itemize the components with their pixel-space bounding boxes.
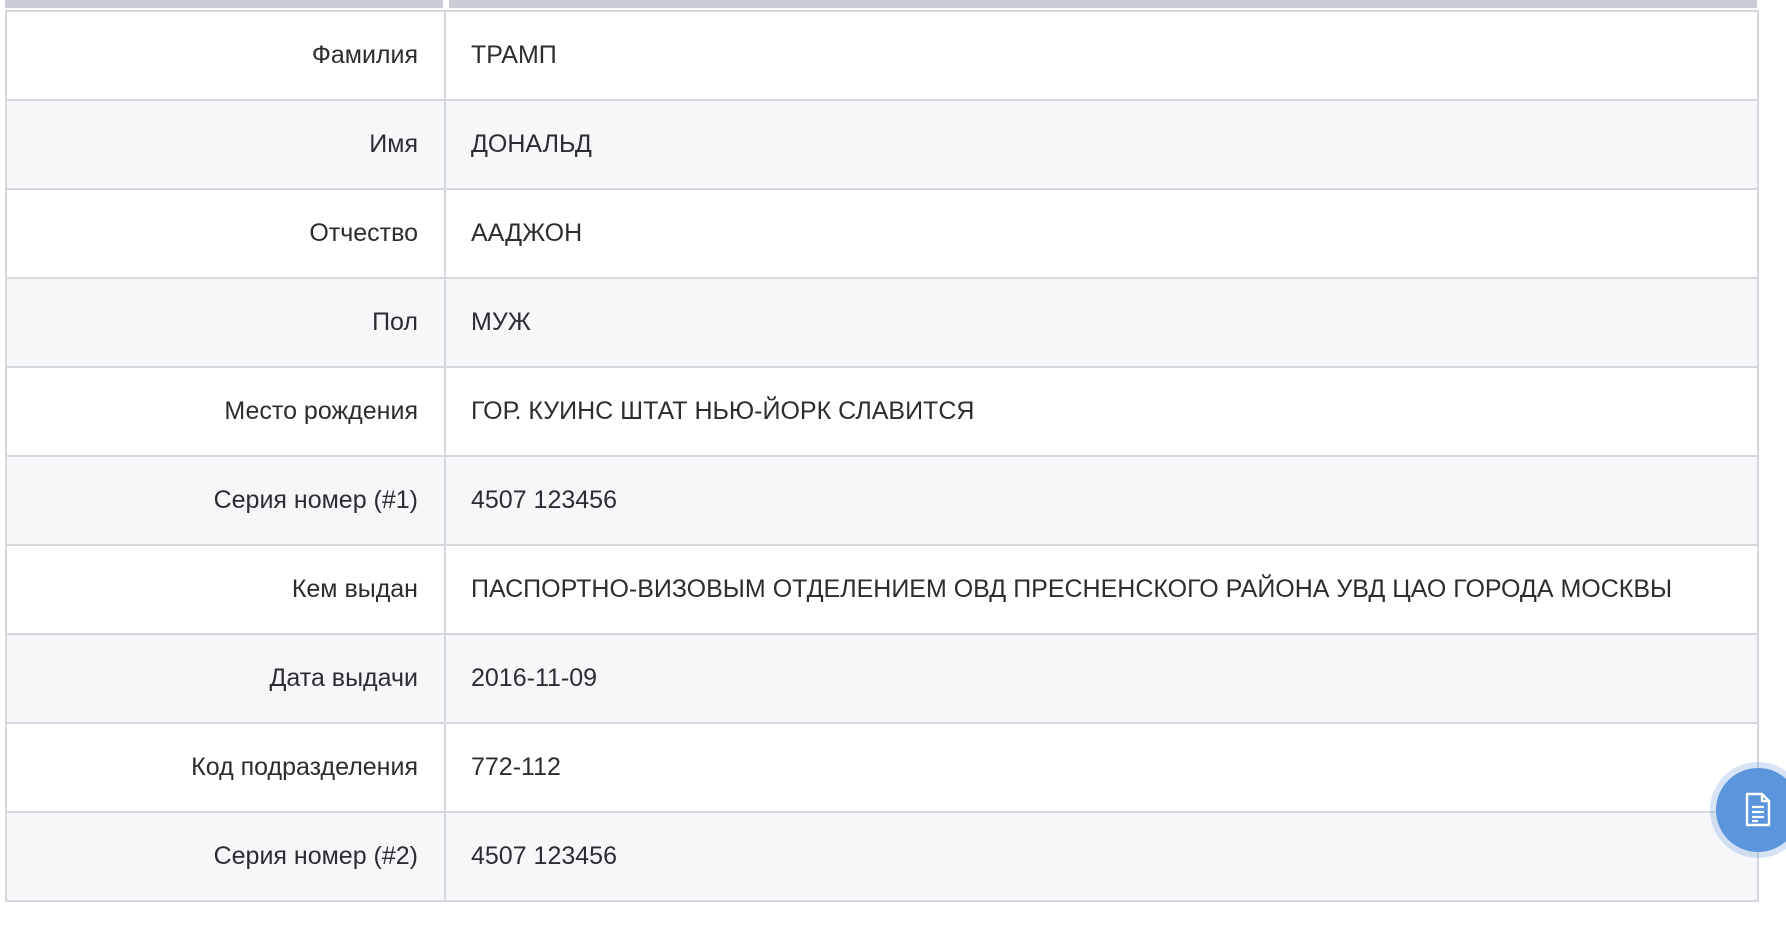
- row-label-first-name: Имя: [5, 99, 446, 190]
- table-row: Серия номер (#1) 4507 123456: [5, 455, 1759, 546]
- row-label-issue-date: Дата выдачи: [5, 633, 446, 724]
- row-value-surname: ТРАМП: [444, 10, 1759, 101]
- row-value-issued-by: ПАСПОРТНО-ВИЗОВЫМ ОТДЕЛЕНИЕМ ОВД ПРЕСНЕН…: [444, 544, 1759, 635]
- row-value-issue-date: 2016-11-09: [444, 633, 1759, 724]
- row-value-gender: МУЖ: [444, 277, 1759, 368]
- row-value-birthplace: ГОР. КУИНС ШТАТ НЬЮ-ЙОРК СЛАВИТСЯ: [444, 366, 1759, 457]
- table-row: Отчество ААДЖОН: [5, 188, 1759, 279]
- table-row: Фамилия ТРАМП: [5, 10, 1759, 101]
- table-row: Кем выдан ПАСПОРТНО-ВИЗОВЫМ ОТДЕЛЕНИЕМ О…: [5, 544, 1759, 635]
- row-value-patronymic: ААДЖОН: [444, 188, 1759, 279]
- table-row: Место рождения ГОР. КУИНС ШТАТ НЬЮ-ЙОРК …: [5, 366, 1759, 457]
- row-value-division-code: 772-112: [444, 722, 1759, 813]
- row-label-surname: Фамилия: [5, 10, 446, 101]
- row-label-birthplace: Место рождения: [5, 366, 446, 457]
- page: Фамилия ТРАМП Имя ДОНАЛЬД Отчество ААДЖО…: [0, 0, 1786, 932]
- row-value-series-number-1: 4507 123456: [444, 455, 1759, 546]
- row-value-series-number-2: 4507 123456: [444, 811, 1759, 902]
- row-value-first-name: ДОНАЛЬД: [444, 99, 1759, 190]
- table-row: Серия номер (#2) 4507 123456: [5, 811, 1759, 902]
- document-icon: [1745, 792, 1771, 827]
- row-label-series-number-2: Серия номер (#2): [5, 811, 446, 902]
- header-divider: [443, 0, 449, 8]
- table-row: Пол МУЖ: [5, 277, 1759, 368]
- row-label-issued-by: Кем выдан: [5, 544, 446, 635]
- table-row: Дата выдачи 2016-11-09: [5, 633, 1759, 724]
- row-label-series-number-1: Серия номер (#1): [5, 455, 446, 546]
- row-label-patronymic: Отчество: [5, 188, 446, 279]
- row-label-gender: Пол: [5, 277, 446, 368]
- table-row: Код подразделения 772-112: [5, 722, 1759, 813]
- passport-info-table: Фамилия ТРАМП Имя ДОНАЛЬД Отчество ААДЖО…: [5, 10, 1759, 902]
- table-row: Имя ДОНАЛЬД: [5, 99, 1759, 190]
- row-label-division-code: Код подразделения: [5, 722, 446, 813]
- table-header-strip: [5, 0, 1757, 8]
